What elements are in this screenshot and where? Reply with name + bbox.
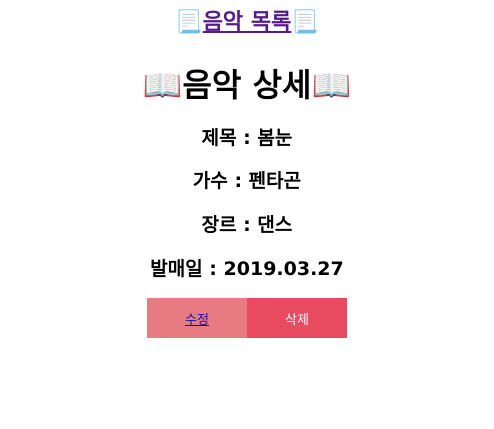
artist-value: 펜타곤 [248,170,302,192]
release-date-label: 발매일 : [150,258,224,280]
delete-button[interactable]: 삭제 [247,298,347,338]
genre-value: 댄스 [257,214,293,236]
page-icon: 📃 [175,10,203,35]
release-date-value: 2019.03.27 [223,258,344,280]
artist-label: 가수 : [192,170,249,192]
genre-label: 장르 : [201,214,258,236]
title-label: 제목 : [201,127,258,149]
open-book-icon: 📖 [311,66,352,104]
edit-link[interactable]: 수정 [185,309,209,328]
title-field: 제목 : 봄눈 [0,123,494,150]
open-book-icon: 📖 [142,66,183,104]
edit-button[interactable]: 수정 [147,298,247,338]
music-list-link-label: 음악 목록 [202,10,292,35]
genre-field: 장르 : 댄스 [0,210,494,237]
title-value: 봄눈 [257,127,293,149]
music-list-link[interactable]: 📃음악 목록📃 [175,10,318,35]
release-date-field: 발매일 : 2019.03.27 [0,254,494,281]
artist-field: 가수 : 펜타곤 [0,166,494,193]
action-buttons: 수정 삭제 [147,298,347,338]
music-detail-page: 📃음악 목록📃 📖음악 상세📖 제목 : 봄눈 가수 : 펜타곤 장르 : 댄스… [0,0,494,429]
top-nav: 📃음악 목록📃 [0,4,494,36]
page-title: 📖음악 상세📖 [0,60,494,106]
page-icon: 📃 [291,10,319,35]
page-title-text: 음악 상세 [182,66,312,104]
